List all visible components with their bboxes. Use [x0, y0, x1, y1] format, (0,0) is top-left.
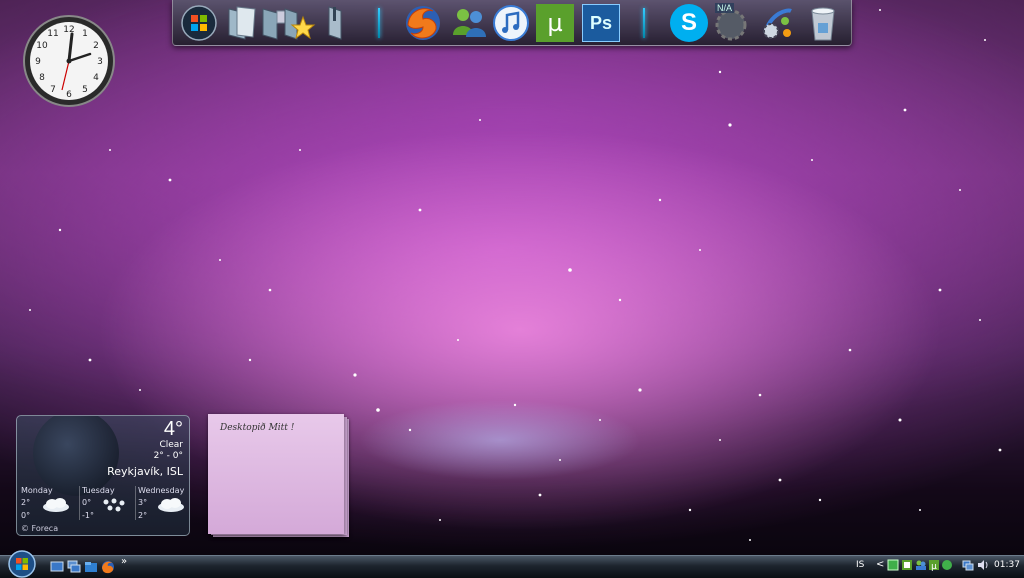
svg-text:3: 3: [97, 57, 103, 67]
current-condition: Clear: [159, 440, 183, 450]
dock-item-skype[interactable]: S: [669, 3, 709, 43]
temperature-range: 2° - 0°: [153, 451, 183, 461]
dock-item-photoshop[interactable]: Ps: [581, 3, 621, 43]
moon-icon: [33, 416, 119, 496]
current-temperature: 4°: [163, 418, 183, 440]
forecast-high: 0°: [82, 498, 92, 507]
photoshop-icon: Ps: [582, 4, 620, 42]
svg-text:5: 5: [82, 85, 88, 95]
dock-separator: [643, 8, 645, 38]
svg-text:7: 7: [50, 85, 56, 95]
switch-windows-icon[interactable]: [67, 560, 81, 574]
favorites-icon: [284, 8, 316, 40]
dock-item-favorites[interactable]: [279, 3, 319, 43]
dock-item-messenger[interactable]: [449, 3, 489, 43]
quicklaunch-overflow-chevron[interactable]: »: [121, 556, 127, 567]
utorrent-icon: µ: [536, 4, 574, 42]
show-desktop-icon[interactable]: [50, 560, 64, 574]
forecast-day: Monday 2° 0°: [21, 486, 69, 520]
forecast-day: Wednesday 3° 2°: [135, 486, 184, 520]
weather-credit: © Foreca: [21, 524, 59, 533]
weather-gadget[interactable]: 4° Clear 2° - 0° Reykjavík, ISL Monday 2…: [16, 415, 190, 536]
dock-item-tools[interactable]: [315, 3, 355, 43]
svg-text:8: 8: [39, 73, 45, 83]
forecast-high: 2°: [21, 498, 31, 507]
forecast-low: 2°: [138, 511, 148, 520]
start-orb-icon: [181, 5, 217, 41]
tray-app-icon[interactable]: [887, 559, 899, 571]
firefox-quicklaunch-icon[interactable]: [101, 560, 115, 574]
weather-city: Reykjavík, ISL: [107, 465, 183, 478]
itunes-icon: [493, 5, 529, 41]
cloud-icon: [43, 498, 69, 512]
clock-time[interactable]: 01:37: [994, 560, 1020, 570]
svg-text:2: 2: [93, 41, 99, 51]
dock-item-start[interactable]: [179, 3, 219, 43]
tray-app-icon[interactable]: [941, 559, 953, 571]
analog-clock-face: 12 12 345 678 91011: [23, 15, 115, 107]
dock-item-itunes[interactable]: [491, 3, 531, 43]
language-indicator[interactable]: IS: [856, 560, 864, 570]
settings-icon: [763, 8, 792, 39]
windows-logo-icon: [8, 550, 36, 578]
dock-item-recycle-bin[interactable]: [803, 3, 843, 43]
taskbar: [0, 555, 1024, 578]
svg-text:6: 6: [66, 90, 72, 100]
start-button[interactable]: [6, 550, 38, 578]
svg-text:10: 10: [36, 41, 48, 51]
forecast-day-name: Wednesday: [138, 486, 185, 495]
svg-text:11: 11: [47, 29, 58, 39]
na-label: N/A: [715, 3, 735, 13]
dock-item-firefox[interactable]: [403, 3, 443, 43]
forecast-day: Tuesday 0° -1°: [79, 486, 125, 520]
svg-text:µ: µ: [931, 562, 937, 571]
dock-item-na[interactable]: N/A: [711, 3, 751, 43]
utorrent-tray-icon[interactable]: µ: [928, 559, 940, 571]
dock-item-utorrent[interactable]: µ: [535, 3, 575, 43]
explorer-icon[interactable]: [84, 560, 98, 574]
messenger-icon: [453, 9, 486, 37]
dock-separator: [378, 8, 380, 38]
clock-gadget[interactable]: 12 1 2 345 678 9 10 11: [22, 14, 116, 108]
network-icon[interactable]: [962, 559, 974, 571]
sticky-note[interactable]: Desktopið Mitt !: [208, 414, 344, 534]
forecast-day-name: Monday: [21, 486, 53, 495]
dock-bar: µ Ps S N/A: [172, 0, 852, 46]
svg-text:4: 4: [93, 73, 99, 83]
recycle-bin-icon: [811, 7, 835, 41]
tray-app-icon[interactable]: [901, 559, 913, 571]
forecast-day-name: Tuesday: [82, 486, 115, 495]
forecast-low: -1°: [82, 511, 94, 520]
tools-icon: [328, 6, 342, 40]
skype-icon: S: [670, 4, 708, 42]
forecast-low: 0°: [21, 511, 31, 520]
firefox-icon: [406, 6, 440, 40]
snow-icon: [103, 498, 125, 512]
svg-text:1: 1: [82, 29, 88, 39]
volume-icon[interactable]: [977, 559, 989, 571]
forecast-high: 3°: [138, 498, 148, 507]
sticky-note-gadget[interactable]: Desktopið Mitt !: [208, 414, 350, 539]
sticky-note-text: Desktopið Mitt !: [220, 423, 295, 433]
cloud-icon: [158, 498, 184, 512]
svg-text:9: 9: [35, 57, 41, 67]
dock-item-settings[interactable]: [757, 3, 797, 43]
messenger-tray-icon[interactable]: [915, 559, 927, 571]
